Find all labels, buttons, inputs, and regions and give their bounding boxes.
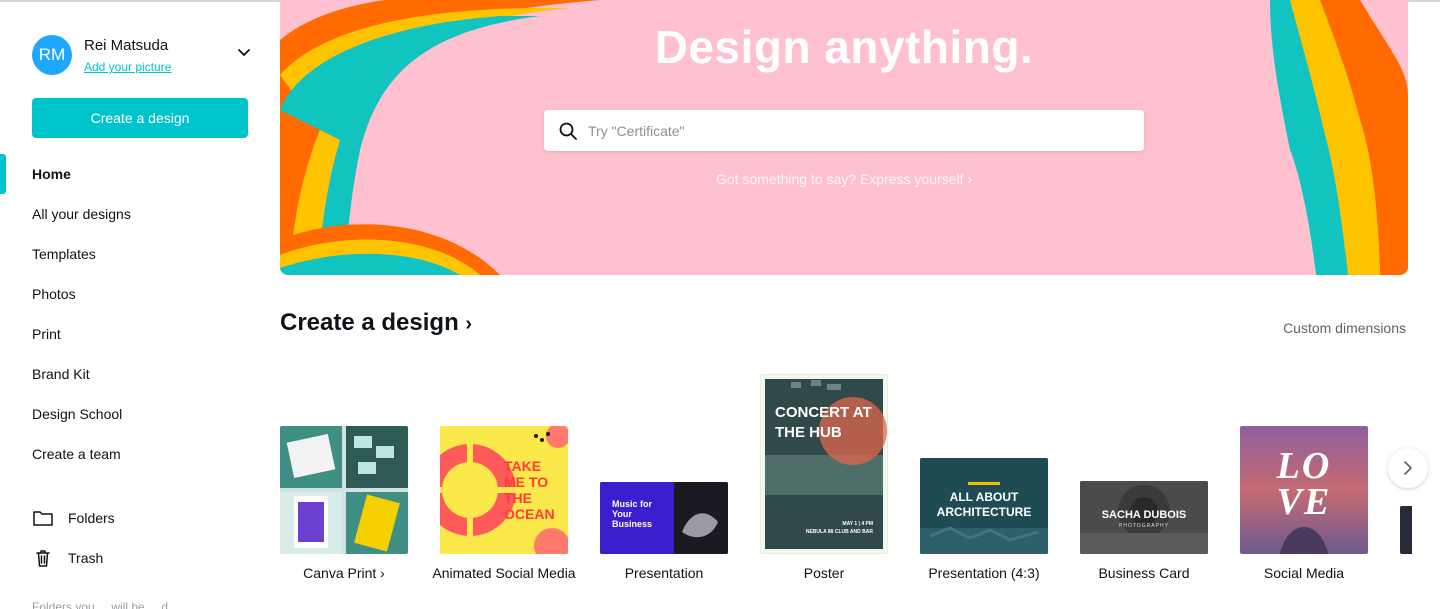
folder-icon xyxy=(33,511,53,526)
sidebar-item-label: Home xyxy=(32,166,71,182)
animated-thumb-text: TAKE ME TO THE OCEAN xyxy=(504,458,555,522)
architecture-thumb-text: ALL ABOUT ARCHITECTURE xyxy=(936,490,1032,519)
animated-social-thumbnail[interactable]: TAKE ME TO THE OCEAN xyxy=(440,426,568,554)
custom-dimensions-link[interactable]: Custom dimensions xyxy=(1283,320,1406,336)
sidebar-item-label: Folders xyxy=(68,510,115,526)
print-collage-image xyxy=(280,426,408,554)
sidebar-item-label: Create a team xyxy=(32,446,121,462)
hero-banner: Design anything. Got something to say? E… xyxy=(280,0,1408,275)
sidebar-nav: Home All your designs Templates Photos P… xyxy=(0,154,272,474)
sidebar-item-create-team[interactable]: Create a team xyxy=(0,434,272,474)
express-yourself-link[interactable]: Got something to say? Express yourself › xyxy=(280,171,1408,187)
poster-thumb-venue: NEBULA 88 CLUB AND BAR xyxy=(805,529,873,535)
sidebar-item-label: All your designs xyxy=(32,206,131,222)
sidebar-secondary-nav: Folders Trash xyxy=(0,498,272,578)
trash-icon xyxy=(36,550,50,567)
poster-thumb-title: CONCERT AT THE HUB xyxy=(775,404,872,441)
carousel-next-button[interactable] xyxy=(1388,448,1428,488)
card-label[interactable]: Animated Social Media xyxy=(424,562,584,584)
poster-thumb-date: MAY 1 | 4 PM xyxy=(842,521,873,527)
presentation-thumb-text: Music for Your Business xyxy=(612,499,653,529)
active-indicator xyxy=(0,154,6,194)
presentation-thumbnail[interactable]: Music for Your Business xyxy=(600,482,728,554)
business-thumb-name: SACHA DUBOIS xyxy=(1101,509,1187,521)
sidebar-item-label: Brand Kit xyxy=(32,366,90,382)
sidebar-item-label: Trash xyxy=(68,550,104,566)
add-picture-link[interactable]: Add your picture xyxy=(84,60,171,74)
design-card-partial[interactable] xyxy=(1400,506,1412,554)
create-design-heading[interactable]: Create a design › xyxy=(280,309,472,337)
sidebar-item-trash[interactable]: Trash xyxy=(0,538,272,578)
sidebar-item-folders[interactable]: Folders xyxy=(0,498,272,538)
canva-print-thumbnail[interactable] xyxy=(280,426,408,554)
presentation-43-thumbnail[interactable]: ALL ABOUT ARCHITECTURE xyxy=(920,458,1048,554)
user-name: Rei Matsuda xyxy=(84,37,169,54)
sidebar-item-brand-kit[interactable]: Brand Kit xyxy=(0,354,272,394)
social-media-thumbnail[interactable]: LOVE xyxy=(1240,426,1368,554)
card-label[interactable]: Canva Print › xyxy=(264,562,424,584)
business-card-thumbnail[interactable]: SACHA DUBOIS PHOTOGRAPHY xyxy=(1080,481,1208,554)
social-thumb-text: LOVE xyxy=(1276,445,1332,523)
poster-thumbnail[interactable]: CONCERT AT THE HUB MAY 1 | 4 PM NEBULA 8… xyxy=(760,374,888,554)
search-box[interactable] xyxy=(544,110,1144,151)
sidebar-item-label: Design School xyxy=(32,406,123,422)
sidebar-item-templates[interactable]: Templates xyxy=(0,234,272,274)
sidebar-item-print[interactable]: Print xyxy=(0,314,272,354)
hero-title: Design anything. xyxy=(654,21,1034,73)
sidebar-item-all-designs[interactable]: All your designs xyxy=(0,194,272,234)
search-icon xyxy=(559,122,577,140)
card-label[interactable]: Business Card xyxy=(1064,562,1224,584)
chevron-right-icon: › xyxy=(465,313,473,335)
sidebar-item-label: Templates xyxy=(32,246,96,262)
create-design-button[interactable]: Create a design xyxy=(32,98,248,138)
business-thumb-sub: PHOTOGRAPHY xyxy=(1119,523,1169,529)
card-label[interactable]: Social Media xyxy=(1224,562,1384,584)
sidebar-item-label: Print xyxy=(32,326,61,342)
sidebar-item-photos[interactable]: Photos xyxy=(0,274,272,314)
sidebar: RM Rei Matsuda Add your picture Create a… xyxy=(0,2,272,609)
card-label[interactable]: Poster xyxy=(744,562,904,584)
avatar[interactable]: RM xyxy=(32,35,72,75)
sidebar-item-home[interactable]: Home xyxy=(0,154,272,194)
search-input[interactable] xyxy=(588,110,1128,151)
card-label[interactable]: Presentation xyxy=(584,562,744,584)
card-label[interactable]: Presentation (4:3) xyxy=(904,562,1064,584)
sidebar-footnote: Folders you ... will be ... d ... xyxy=(32,600,182,609)
section-title-text: Create a design xyxy=(280,309,459,336)
chevron-right-icon xyxy=(1404,461,1412,475)
chevron-down-icon[interactable] xyxy=(236,44,252,60)
profile-menu[interactable]: RM Rei Matsuda Add your picture xyxy=(32,34,252,78)
sidebar-item-label: Photos xyxy=(32,286,76,302)
sidebar-item-design-school[interactable]: Design School xyxy=(0,394,272,434)
